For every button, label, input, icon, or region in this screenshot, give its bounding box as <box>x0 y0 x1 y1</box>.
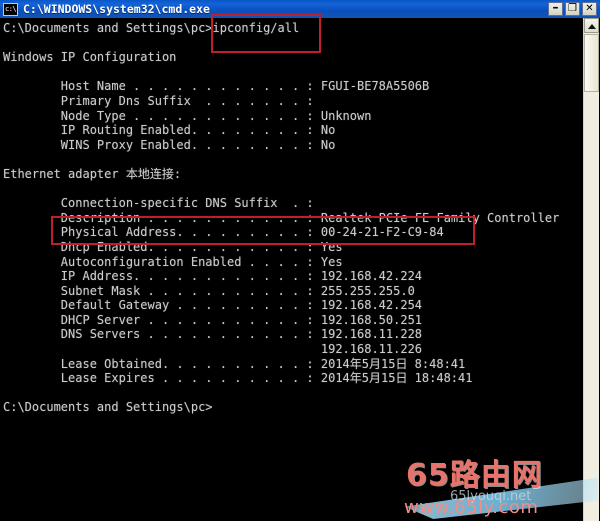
console-line: Lease Obtained. . . . . . . . . . : 2014… <box>3 356 466 371</box>
console-line: Ethernet adapter 本地连接: <box>3 166 182 181</box>
console-line: Dhcp Enabled. . . . . . . . . . . : Yes <box>3 239 343 254</box>
console-line: Default Gateway . . . . . . . . . : 192.… <box>3 298 423 313</box>
console-line: C:\Documents and Settings\pc> <box>3 400 213 415</box>
console-line: Lease Expires . . . . . . . . . . : 2014… <box>3 371 473 386</box>
chevron-up-icon <box>588 24 596 29</box>
minimize-icon: – <box>552 0 559 14</box>
console-line: Connection-specific DNS Suffix . : <box>3 196 314 211</box>
scrollbar-track[interactable] <box>584 93 599 521</box>
console-line: Subnet Mask . . . . . . . . . . . : 255.… <box>3 283 415 298</box>
title-bar[interactable]: c:\ C:\WINDOWS\system32\cmd.exe – ❐ ✕ <box>0 0 600 18</box>
cmd-console-icon: c:\ <box>3 2 18 16</box>
console-line: Physical Address. . . . . . . . . : 00-2… <box>3 225 444 240</box>
console-line: Description . . . . . . . . . . . : Real… <box>3 210 560 225</box>
console-line: Windows IP Configuration <box>3 50 177 65</box>
scrollbar-thumb[interactable] <box>584 34 599 92</box>
console-output-area[interactable]: C:\Documents and Settings\pc>ipconfig/al… <box>0 18 600 521</box>
maximize-icon: ❐ <box>568 3 577 14</box>
window-controls: – ❐ ✕ <box>548 0 600 16</box>
maximize-button[interactable]: ❐ <box>565 2 580 16</box>
scroll-up-button[interactable] <box>584 18 599 33</box>
console-line: IP Address. . . . . . . . . . . . : 192.… <box>3 269 423 284</box>
command-prompt-window: c:\ C:\WINDOWS\system32\cmd.exe – ❐ ✕ C:… <box>0 0 600 521</box>
console-line: DHCP Server . . . . . . . . . . . : 192.… <box>3 312 423 327</box>
cmd-icon-glyph: c:\ <box>5 4 17 13</box>
minimize-button[interactable]: – <box>548 0 563 16</box>
console-line: Node Type . . . . . . . . . . . . : Unkn… <box>3 108 372 123</box>
console-line: 192.168.11.226 <box>3 342 423 357</box>
close-button[interactable]: ✕ <box>582 2 597 16</box>
console-line: Autoconfiguration Enabled . . . . : Yes <box>3 254 343 269</box>
vertical-scrollbar[interactable] <box>583 18 599 521</box>
title-bar-left: c:\ C:\WINDOWS\system32\cmd.exe <box>0 2 548 16</box>
console-text: C:\Documents and Settings\pc>ipconfig/al… <box>3 21 573 415</box>
console-line: IP Routing Enabled. . . . . . . . : No <box>3 123 336 138</box>
console-line: DNS Servers . . . . . . . . . . . : 192.… <box>3 327 423 342</box>
console-line: WINS Proxy Enabled. . . . . . . . : No <box>3 137 336 152</box>
close-icon: ✕ <box>585 3 594 14</box>
console-line: Host Name . . . . . . . . . . . . : FGUI… <box>3 79 430 94</box>
console-line: Primary Dns Suffix . . . . . . . : <box>3 93 314 108</box>
console-line: C:\Documents and Settings\pc>ipconfig/al… <box>3 21 300 35</box>
window-title: C:\WINDOWS\system32\cmd.exe <box>23 2 210 16</box>
